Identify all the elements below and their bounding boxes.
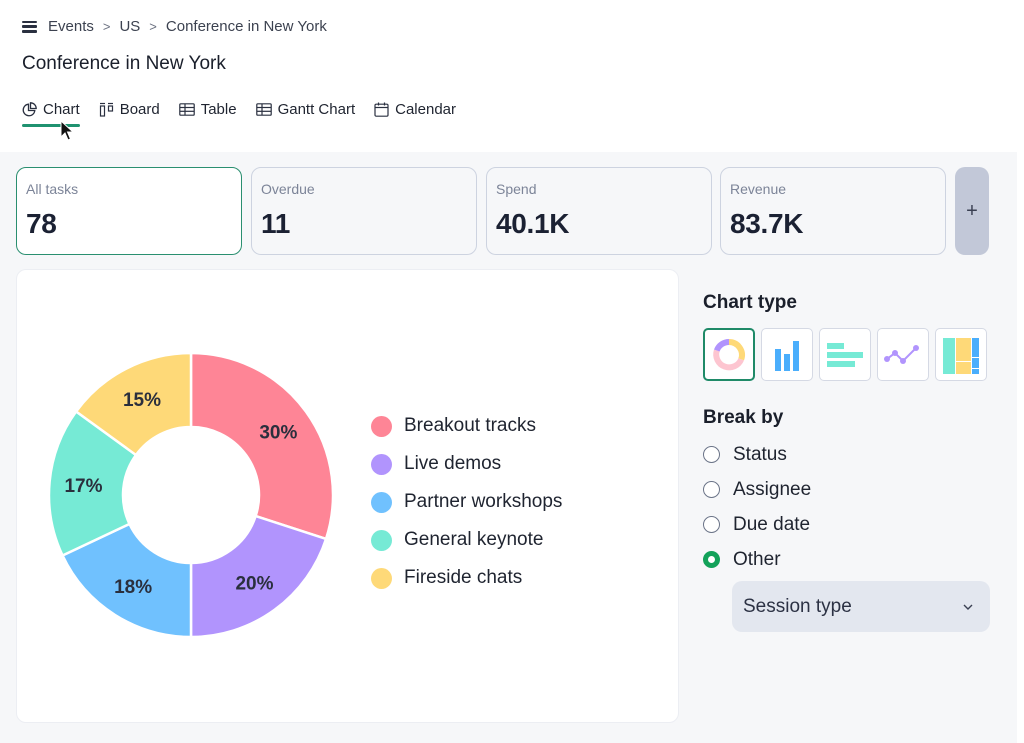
radio-label: Assignee — [733, 478, 812, 500]
stat-value: 40.1K — [496, 208, 570, 239]
breadcrumb-item-us[interactable]: US — [119, 18, 140, 35]
legend-label: General keynote — [404, 529, 544, 550]
legend-label: Fireside chats — [404, 567, 523, 588]
tab-table[interactable]: Table — [178, 99, 237, 119]
breadcrumb: Events > US > Conference in New York — [22, 18, 327, 35]
radio-button-checked[interactable] — [703, 551, 720, 568]
legend-swatch — [371, 453, 392, 475]
chart-type-line-button[interactable] — [877, 328, 929, 381]
chart-type-title: Chart type — [703, 292, 797, 313]
menu-icon[interactable] — [22, 20, 37, 33]
donut-slice-label: 15% — [123, 390, 161, 411]
chart-type-bar-button[interactable] — [819, 328, 871, 381]
stat-label: Spend — [496, 181, 537, 197]
stat-card-revenue[interactable]: Revenue 83.7K — [720, 167, 946, 255]
break-by-status-radio[interactable]: Status — [703, 437, 993, 472]
breadcrumb-item-events[interactable]: Events — [48, 18, 94, 35]
stat-label: Revenue — [730, 181, 787, 197]
tab-label: Chart — [43, 100, 80, 118]
radio-label: Status — [733, 443, 787, 465]
plus-icon: + — [966, 199, 978, 222]
main-area: All tasks 78 Overdue 11 Spend 40.1K Reve… — [0, 152, 1017, 743]
stat-value: 83.7K — [730, 208, 804, 239]
chevron-down-icon — [963, 604, 973, 610]
legend-label: Partner workshops — [404, 491, 563, 512]
stat-card-spend[interactable]: Spend 40.1K — [486, 167, 712, 255]
tab-calendar[interactable]: Calendar — [374, 99, 456, 119]
chart-type-treemap-button[interactable] — [934, 328, 987, 381]
donut-chart: 30% 20% 18% 17% 15% — [47, 351, 335, 639]
page-title: Conference in New York — [22, 53, 226, 74]
chart-type-picker — [703, 328, 993, 381]
legend-swatch — [371, 491, 392, 513]
break-by-due-date-radio[interactable]: Due date — [703, 507, 993, 542]
breadcrumb-separator: > — [102, 19, 111, 34]
legend-label: Breakout tracks — [404, 415, 536, 436]
view-tabs: Chart Board Table Gantt Chart Calendar — [22, 99, 475, 127]
tab-label: Table — [200, 100, 237, 118]
stat-label: Overdue — [261, 181, 315, 197]
breadcrumb-item-current: Conference in New York — [165, 18, 327, 35]
legend-item[interactable]: Live demos — [371, 445, 562, 483]
tab-label: Board — [119, 100, 160, 118]
break-by-assignee-radio[interactable]: Assignee — [703, 472, 993, 507]
tab-label: Calendar — [395, 100, 456, 118]
breadcrumb-separator: > — [149, 19, 157, 34]
session-type-select[interactable]: Session type — [732, 581, 990, 632]
radio-label: Due date — [733, 513, 811, 535]
line-chart-icon — [883, 344, 919, 364]
donut-slice-breakout-tracks[interactable] — [189, 351, 335, 541]
mouse-cursor-icon — [60, 120, 74, 141]
board-icon — [99, 102, 113, 117]
column-chart-icon — [775, 340, 800, 371]
donut-slice-label: 17% — [64, 476, 102, 497]
legend-item[interactable]: Fireside chats — [371, 559, 562, 597]
select-value: Session type — [743, 595, 852, 617]
legend-item[interactable]: Partner workshops — [371, 483, 562, 521]
chart-settings: Chart type Break by Status Assignee Due … — [703, 292, 993, 632]
chart-type-donut-button[interactable] — [703, 328, 756, 381]
legend-swatch — [371, 567, 392, 589]
radio-button[interactable] — [703, 481, 720, 498]
legend-item[interactable]: General keynote — [371, 521, 562, 559]
legend-item[interactable]: Breakout tracks — [371, 407, 562, 445]
donut-slice-label: 20% — [235, 573, 273, 594]
radio-label: Other — [733, 548, 781, 570]
radio-button[interactable] — [703, 446, 720, 463]
break-by-title: Break by — [703, 407, 784, 428]
stat-label: All tasks — [26, 181, 79, 197]
stat-card-overdue[interactable]: Overdue 11 — [251, 167, 477, 255]
tab-board[interactable]: Board — [99, 99, 160, 119]
legend-label: Live demos — [404, 453, 502, 474]
tab-chart[interactable]: Chart — [22, 99, 80, 127]
table-icon — [178, 102, 195, 116]
legend-swatch — [371, 529, 392, 551]
stat-card-all-tasks[interactable]: All tasks 78 — [16, 167, 242, 255]
donut-chart-icon — [713, 338, 745, 370]
legend-swatch — [371, 415, 392, 437]
stat-value: 11 — [261, 208, 290, 239]
break-by-other-radio[interactable]: Other — [703, 542, 993, 577]
bar-chart-icon — [827, 342, 863, 367]
donut-slice-label: 18% — [114, 577, 152, 598]
chart-type-column-button[interactable] — [761, 328, 814, 381]
chart-legend: Breakout tracks Live demos Partner worksho… — [371, 407, 562, 597]
stat-value: 78 — [26, 208, 57, 239]
radio-button[interactable] — [703, 516, 720, 533]
pie-chart-icon — [22, 101, 37, 116]
break-by-options: Status Assignee Due date Other — [703, 437, 993, 577]
add-stat-button[interactable]: + — [955, 167, 989, 255]
tab-gantt-chart[interactable]: Gantt Chart — [255, 99, 356, 119]
chart-panel: 30% 20% 18% 17% 15% Breakout tracks Live demo… — [16, 269, 679, 723]
donut-slice-label: 30% — [259, 423, 297, 444]
header: Events > US > Conference in New York Con… — [0, 0, 1024, 152]
treemap-chart-icon — [942, 337, 979, 374]
tab-label: Gantt Chart — [277, 100, 356, 118]
calendar-icon — [374, 102, 389, 117]
gantt-icon — [255, 102, 272, 116]
